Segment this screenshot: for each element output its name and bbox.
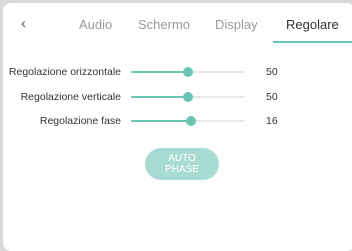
chevron-left-icon[interactable]: ‹ bbox=[21, 16, 35, 32]
phase-adjust-label: Regolazione fase bbox=[39, 115, 121, 127]
tab-schermo[interactable]: Schermo bbox=[138, 17, 190, 33]
auto-phase-button[interactable]: AUTO PHASE bbox=[145, 148, 219, 180]
horizontal-adjust-label: Regolazione orizzontale bbox=[8, 66, 121, 78]
tab-regolare[interactable]: Regolare bbox=[286, 17, 339, 33]
phase-adjust-slider[interactable] bbox=[131, 116, 245, 126]
vertical-adjust-slider[interactable] bbox=[131, 92, 245, 102]
slider-thumb[interactable] bbox=[183, 92, 193, 102]
slider-thumb[interactable] bbox=[186, 116, 196, 126]
tab-bar: ‹ Audio Schermo Display Regolare bbox=[3, 3, 352, 45]
slider-fill bbox=[131, 120, 191, 122]
slider-fill bbox=[131, 96, 188, 98]
horizontal-adjust-slider[interactable] bbox=[131, 67, 245, 77]
active-tab-indicator bbox=[273, 41, 352, 43]
tab-display[interactable]: Display bbox=[215, 17, 258, 33]
settings-panel: ‹ Audio Schermo Display Regolare Regolaz… bbox=[3, 3, 352, 251]
phase-adjust-value: 16 bbox=[266, 115, 278, 127]
auto-phase-line1: AUTO bbox=[168, 153, 196, 164]
slider-thumb[interactable] bbox=[183, 67, 193, 77]
vertical-adjust-value: 50 bbox=[266, 91, 278, 103]
auto-phase-line2: PHASE bbox=[165, 164, 199, 175]
slider-fill bbox=[131, 71, 188, 73]
tab-audio[interactable]: Audio bbox=[79, 17, 112, 33]
horizontal-adjust-value: 50 bbox=[266, 66, 278, 78]
vertical-adjust-label: Regolazione verticale bbox=[20, 91, 121, 103]
